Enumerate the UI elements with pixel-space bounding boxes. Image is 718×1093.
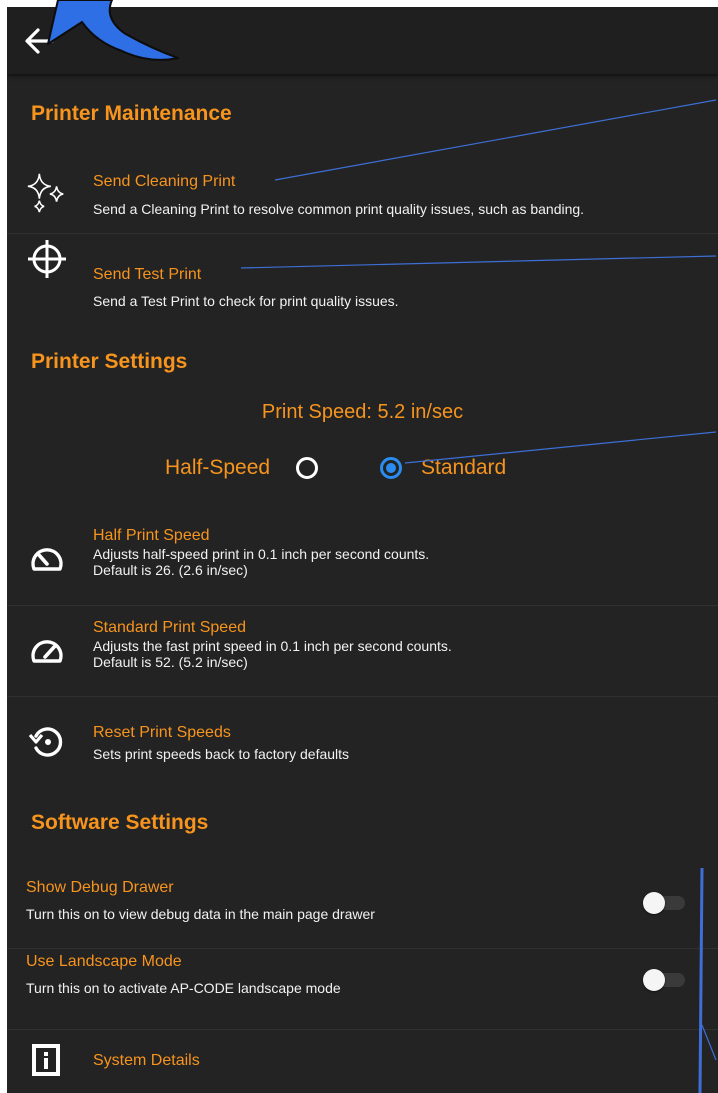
cleaning-print-description: Send a Cleaning Print to resolve common … [93,201,585,217]
standard-print-speed-default: Default is 52. (5.2 in/sec) [93,654,248,670]
list-item-use-landscape-mode[interactable]: Use Landscape Mode Turn this on to activ… [7,949,718,1029]
list-item-send-test-print[interactable]: Send Test Print Send a Test Print to che… [7,234,718,314]
list-item-show-debug-drawer[interactable]: Show Debug Drawer Turn this on to view d… [7,873,718,948]
crosshair-icon [25,237,69,281]
radio-selected-dot [386,463,396,473]
landscape-mode-title: Use Landscape Mode [26,953,182,970]
system-details-title: System Details [93,1052,200,1069]
toggle-thumb [643,892,665,914]
radio-label-standard[interactable]: Standard [421,456,506,480]
reset-icon [25,719,69,763]
arrow-left-icon [25,28,54,54]
app-bar [7,7,718,74]
settings-screen: Printer Maintenance Send Cleaning Print … [7,7,718,1093]
sparkle-icon [25,171,69,215]
section-title-printer-maintenance: Printer Maintenance [31,102,232,125]
toggle-thumb [643,969,665,991]
half-print-speed-description: Adjusts half-speed print in 0.1 inch per… [93,546,430,562]
print-speed-readout: Print Speed: 5.2 in/sec [261,401,464,423]
list-item-half-print-speed[interactable]: Half Print Speed Adjusts half-speed prin… [7,513,718,605]
section-title-printer-settings: Printer Settings [31,350,188,373]
landscape-mode-description: Turn this on to activate AP-CODE landsca… [26,980,341,996]
cleaning-print-title: Send Cleaning Print [93,173,236,190]
reset-print-speeds-description: Sets print speeds back to factory defaul… [93,746,350,762]
landscape-mode-toggle[interactable] [643,969,687,991]
half-print-speed-default: Default is 26. (2.6 in/sec) [93,562,248,578]
debug-drawer-toggle[interactable] [643,892,687,914]
list-item-reset-print-speeds[interactable]: Reset Print Speeds Sets print speeds bac… [7,697,718,787]
list-item-standard-print-speed[interactable]: Standard Print Speed Adjusts the fast pr… [7,606,718,696]
standard-print-speed-title: Standard Print Speed [93,619,246,636]
radio-label-half-speed[interactable]: Half-Speed [165,456,270,480]
back-button[interactable] [21,23,57,59]
speedometer-slow-icon [25,538,69,582]
radio-half-speed[interactable] [296,457,318,479]
list-item-system-details[interactable]: System Details [7,1030,718,1093]
half-print-speed-title: Half Print Speed [93,527,210,544]
radio-standard[interactable] [380,457,402,479]
section-title-software-settings: Software Settings [31,811,209,834]
test-print-title: Send Test Print [93,266,202,283]
test-print-description: Send a Test Print to check for print qua… [93,293,399,309]
info-icon [29,1043,63,1077]
debug-drawer-description: Turn this on to view debug data in the m… [26,906,375,922]
debug-drawer-title: Show Debug Drawer [26,879,174,896]
standard-print-speed-description: Adjusts the fast print speed in 0.1 inch… [93,638,452,654]
list-item-send-cleaning-print[interactable]: Send Cleaning Print Send a Cleaning Prin… [7,157,718,232]
reset-print-speeds-title: Reset Print Speeds [93,724,231,741]
speedometer-fast-icon [25,630,69,674]
